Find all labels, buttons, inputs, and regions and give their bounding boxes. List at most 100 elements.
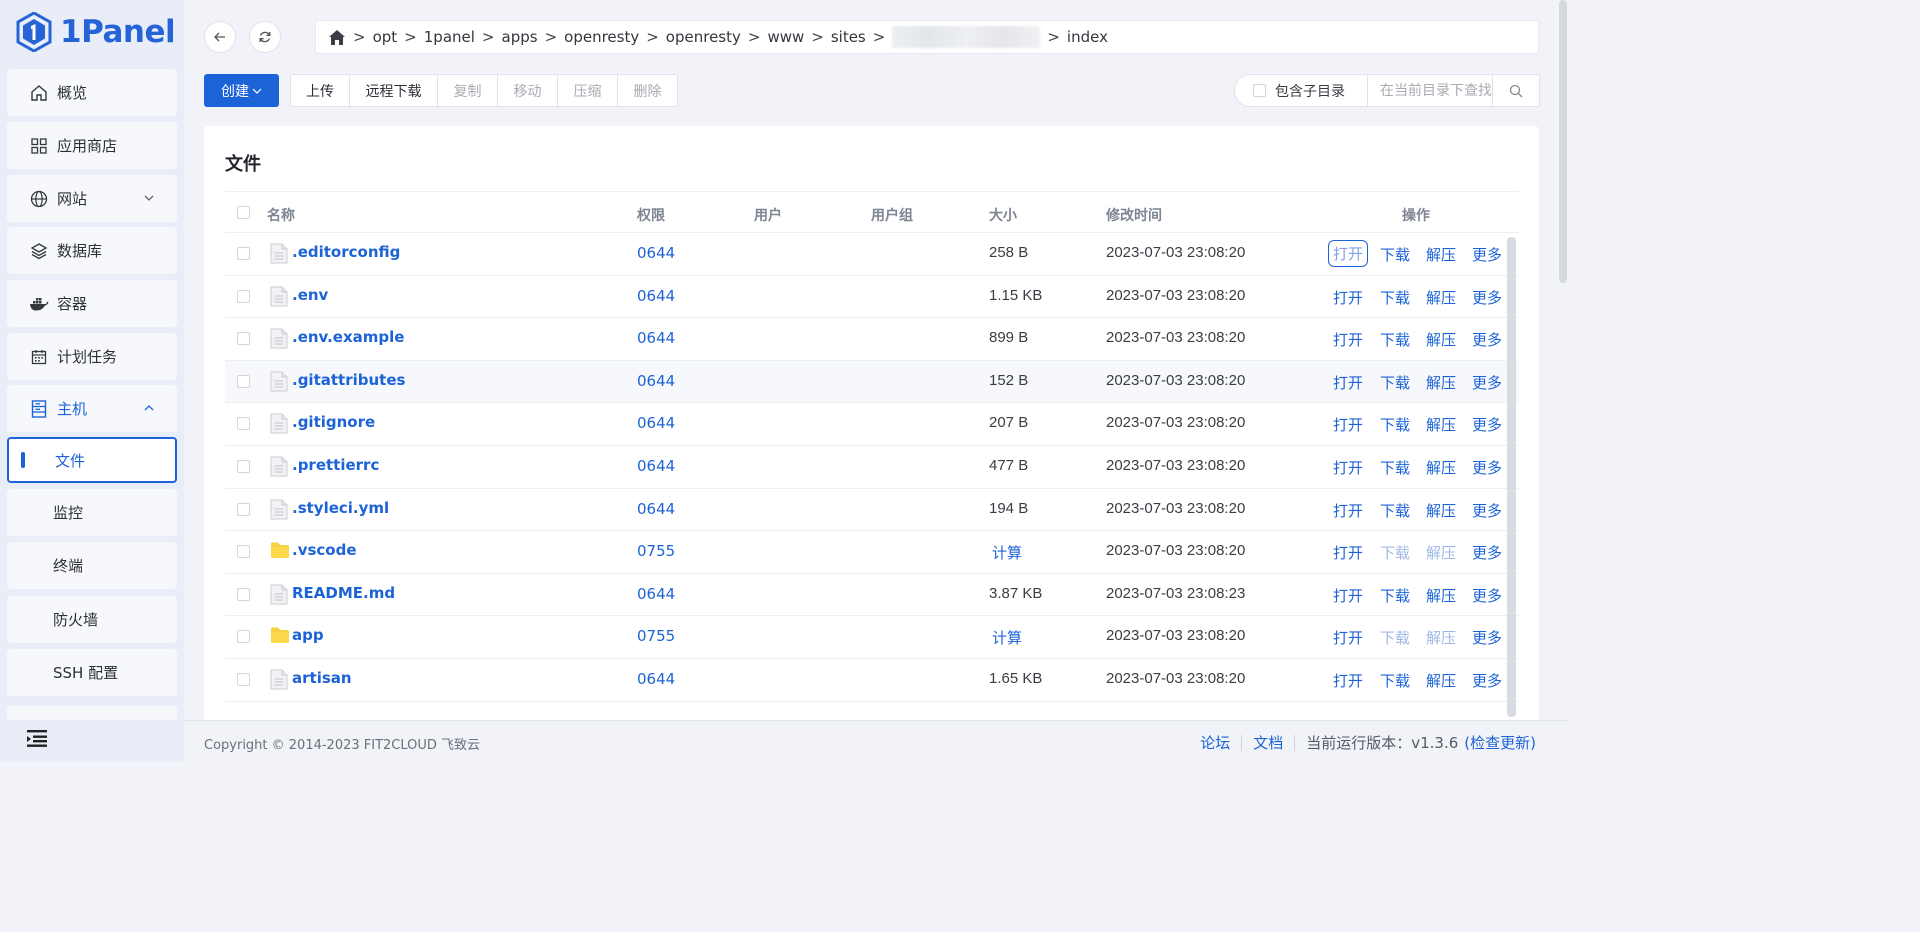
file-name-link[interactable]: artisan — [292, 669, 352, 687]
table-row[interactable]: .env 0644 1.15 KB 2023-07-03 23:08:20 打开 下载 解压… — [225, 276, 1519, 319]
permission-link[interactable]: 0644 — [637, 500, 675, 518]
breadcrumb-item[interactable]: openresty — [666, 28, 741, 46]
open-button[interactable]: 打开 — [1333, 414, 1363, 435]
download-button[interactable]: 下载 — [1380, 329, 1410, 350]
table-row[interactable]: .gitattributes 0644 152 B 2023-07-03 23:08:… — [225, 360, 1519, 404]
table-row[interactable]: .editorconfig 0644 258 B 2023-07-03 23:08:2… — [225, 233, 1519, 276]
breadcrumb-item[interactable]: opt — [373, 28, 398, 46]
more-button[interactable]: 更多 — [1472, 670, 1502, 691]
download-button[interactable]: 下载 — [1380, 414, 1410, 435]
download-button[interactable]: 下载 — [1380, 457, 1410, 478]
table-scrollbar[interactable] — [1507, 237, 1516, 717]
download-button[interactable]: 下载 — [1380, 542, 1410, 563]
sidebar-item-cron[interactable]: 计划任务 — [7, 333, 177, 380]
file-name-link[interactable]: .prettierrc — [292, 456, 379, 474]
breadcrumb-item-redacted[interactable] — [892, 26, 1041, 48]
more-button[interactable]: 更多 — [1472, 329, 1502, 350]
row-checkbox[interactable] — [237, 459, 250, 473]
download-button[interactable]: 下载 — [1380, 287, 1410, 308]
check-update-link[interactable]: (检查更新) — [1464, 732, 1536, 753]
row-checkbox[interactable] — [237, 672, 250, 686]
select-all-checkbox[interactable] — [237, 206, 250, 219]
calc-size-link[interactable]: 计算 — [992, 627, 1022, 648]
download-button[interactable]: 下载 — [1380, 585, 1410, 606]
table-row[interactable]: README.md 0644 3.87 KB 2023-07-03 23:08:23 打… — [225, 574, 1519, 617]
breadcrumb-item[interactable]: openresty — [564, 28, 639, 46]
file-name-link[interactable]: app — [292, 626, 324, 644]
permission-link[interactable]: 0755 — [637, 542, 675, 560]
file-name-link[interactable]: .editorconfig — [292, 243, 400, 261]
row-checkbox[interactable] — [237, 332, 250, 346]
col-name[interactable]: 名称 — [267, 205, 295, 225]
file-name-link[interactable]: .env — [292, 286, 328, 304]
col-perm[interactable]: 权限 — [637, 205, 665, 225]
file-name-link[interactable]: .styleci.yml — [292, 499, 389, 517]
col-group[interactable]: 用户组 — [871, 205, 913, 225]
sidebar-item-overview[interactable]: 概览 — [7, 69, 177, 116]
file-name-link[interactable]: .env.example — [292, 328, 404, 346]
extract-button[interactable]: 解压 — [1426, 329, 1456, 350]
table-row[interactable]: artisan 0644 1.65 KB 2023-07-03 23:08:20 打开下… — [225, 659, 1519, 702]
create-button[interactable]: 创建 — [204, 74, 279, 107]
col-size[interactable]: 大小 — [989, 205, 1017, 225]
extract-button[interactable]: 解压 — [1426, 500, 1456, 521]
permission-link[interactable]: 0644 — [637, 670, 675, 688]
search-button[interactable] — [1492, 75, 1539, 106]
more-button[interactable]: 更多 — [1472, 287, 1502, 308]
row-checkbox[interactable] — [237, 630, 250, 644]
move-button[interactable]: 移动 — [498, 75, 558, 106]
include-subdir-checkbox[interactable] — [1253, 84, 1266, 97]
more-button[interactable]: 更多 — [1472, 372, 1502, 393]
sidebar-item-database[interactable]: 数据库 — [7, 227, 177, 274]
download-button[interactable]: 下载 — [1380, 372, 1410, 393]
home-icon[interactable] — [328, 29, 346, 46]
open-button[interactable]: 打开 — [1333, 329, 1363, 350]
extract-button[interactable]: 解压 — [1426, 372, 1456, 393]
file-name-link[interactable]: README.md — [292, 584, 395, 602]
more-button[interactable]: 更多 — [1472, 457, 1502, 478]
file-name-link[interactable]: .gitattributes — [292, 371, 405, 389]
table-row[interactable]: app 0755 计算 2023-07-03 23:08:20 打开 下载 解压 更多 — [225, 616, 1519, 659]
forum-link[interactable]: 论坛 — [1200, 732, 1230, 753]
table-row[interactable]: .prettierrc 0644 477 B 2023-07-03 23:08:20 打… — [225, 446, 1519, 489]
delete-button[interactable]: 删除 — [618, 75, 677, 106]
compress-button[interactable]: 压缩 — [558, 75, 618, 106]
more-button[interactable]: 更多 — [1472, 244, 1502, 265]
col-mtime[interactable]: 修改时间 — [1106, 205, 1162, 225]
extract-button[interactable]: 解压 — [1426, 414, 1456, 435]
row-checkbox[interactable] — [237, 417, 250, 431]
open-button[interactable]: 打开 — [1333, 627, 1363, 648]
extract-button[interactable]: 解压 — [1426, 457, 1456, 478]
more-button[interactable]: 更多 — [1472, 542, 1502, 563]
back-button[interactable] — [204, 21, 236, 53]
extract-button[interactable]: 解压 — [1426, 585, 1456, 606]
row-checkbox[interactable] — [237, 247, 250, 260]
upload-button[interactable]: 上传 — [291, 75, 350, 106]
sidebar-item-firewall[interactable]: 防火墙 — [7, 596, 177, 643]
permission-link[interactable]: 0644 — [637, 457, 675, 475]
remote-download-button[interactable]: 远程下载 — [350, 75, 438, 106]
sidebar-item-ssh[interactable]: SSH 配置 — [7, 649, 177, 696]
permission-link[interactable]: 0644 — [637, 244, 675, 262]
docs-link[interactable]: 文档 — [1253, 732, 1283, 753]
more-button[interactable]: 更多 — [1472, 500, 1502, 521]
breadcrumb-item[interactable]: www — [767, 28, 804, 46]
file-name-link[interactable]: .vscode — [292, 541, 357, 559]
open-button[interactable]: 打开 — [1333, 287, 1363, 308]
breadcrumb-item[interactable]: apps — [502, 28, 538, 46]
table-row[interactable]: .env.example 0644 899 B 2023-07-03 23:08:20… — [225, 318, 1519, 361]
open-button[interactable]: 打开 — [1333, 372, 1363, 393]
calc-size-link[interactable]: 计算 — [992, 542, 1022, 563]
sidebar-item-host[interactable]: 主机 — [7, 385, 177, 432]
extract-button[interactable]: 解压 — [1426, 287, 1456, 308]
open-button[interactable]: 打开 — [1333, 500, 1363, 521]
sidebar-item-website[interactable]: 网站 — [7, 175, 177, 222]
open-button[interactable]: 打开 — [1333, 542, 1363, 563]
sidebar-item-container[interactable]: 容器 — [7, 280, 177, 327]
permission-link[interactable]: 0644 — [637, 287, 675, 305]
download-button[interactable]: 下载 — [1380, 500, 1410, 521]
col-user[interactable]: 用户 — [754, 205, 782, 225]
sidebar-item-files[interactable]: 文件 — [7, 437, 177, 483]
sidebar-item-appstore[interactable]: 应用商店 — [7, 122, 177, 169]
permission-link[interactable]: 0644 — [637, 414, 675, 432]
